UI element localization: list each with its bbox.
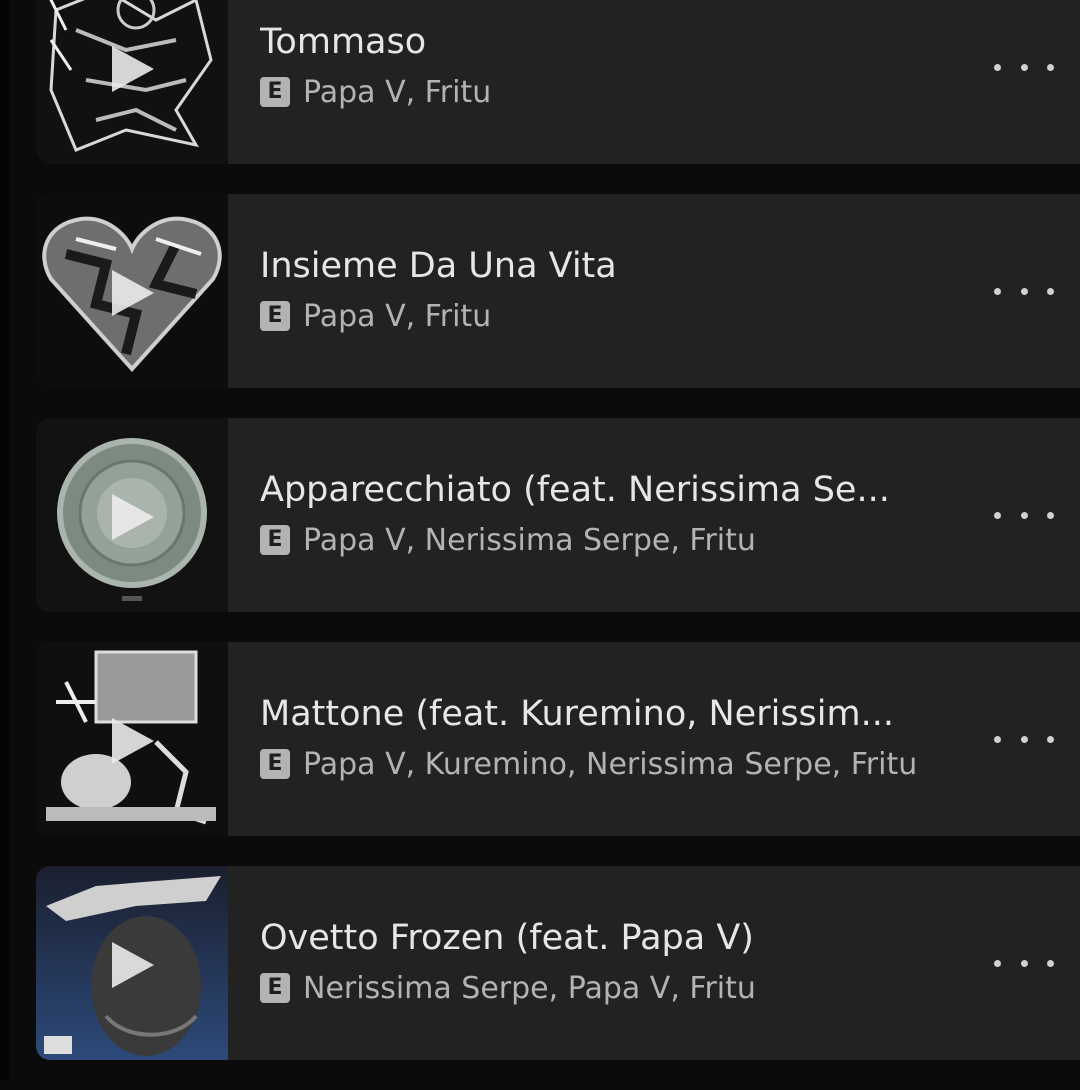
track-title[interactable]: Insieme Da Una Vita	[260, 244, 952, 288]
track-title[interactable]: Mattone (feat. Kuremino, Nerissim...	[260, 692, 952, 736]
track-row-tommaso[interactable]: Tommaso E Papa V, Fritu	[36, 0, 1080, 164]
more-options-icon[interactable]	[994, 52, 1054, 82]
left-edge	[0, 0, 10, 1080]
more-options-icon[interactable]	[994, 276, 1054, 306]
track-info: Insieme Da Una Vita E Papa V, Fritu	[260, 244, 960, 334]
play-icon[interactable]	[112, 718, 154, 764]
track-artists[interactable]: Papa V, Fritu	[303, 75, 491, 110]
track-meta: E Papa V, Fritu	[260, 74, 960, 110]
album-art-plate-icon[interactable]	[36, 418, 228, 612]
more-options-icon[interactable]	[994, 948, 1054, 978]
track-info: Mattone (feat. Kuremino, Nerissim... E P…	[260, 692, 960, 782]
track-list: Tommaso E Papa V, Fritu Insieme Da Una V…	[36, 0, 1080, 1090]
explicit-badge: E	[260, 77, 290, 107]
explicit-badge: E	[260, 525, 290, 555]
track-artists[interactable]: Nerissima Serpe, Papa V, Fritu	[303, 971, 756, 1006]
track-meta: E Papa V, Kuremino, Nerissima Serpe, Fri…	[260, 746, 960, 782]
track-row-apparecchiato[interactable]: Apparecchiato (feat. Nerissima Se... E P…	[36, 418, 1080, 612]
album-art-chrome-heart-icon[interactable]	[36, 194, 228, 388]
track-meta: E Papa V, Fritu	[260, 298, 960, 334]
explicit-badge: E	[260, 749, 290, 779]
track-meta: E Nerissima Serpe, Papa V, Fritu	[260, 970, 960, 1006]
track-title[interactable]: Apparecchiato (feat. Nerissima Se...	[260, 468, 952, 512]
play-icon[interactable]	[112, 942, 154, 988]
album-art-sketch-icon[interactable]	[36, 0, 228, 164]
track-meta: E Papa V, Nerissima Serpe, Fritu	[260, 522, 960, 558]
more-options-icon[interactable]	[994, 500, 1054, 530]
track-title[interactable]: Ovetto Frozen (feat. Papa V)	[260, 916, 952, 960]
track-info: Ovetto Frozen (feat. Papa V) E Nerissima…	[260, 916, 960, 1006]
play-icon[interactable]	[112, 270, 154, 316]
play-icon[interactable]	[112, 46, 154, 92]
track-row-ovetto-frozen[interactable]: Ovetto Frozen (feat. Papa V) E Nerissima…	[36, 866, 1080, 1060]
track-row-mattone[interactable]: Mattone (feat. Kuremino, Nerissim... E P…	[36, 642, 1080, 836]
explicit-badge: E	[260, 301, 290, 331]
more-options-icon[interactable]	[994, 724, 1054, 754]
track-row-insieme-da-una-vita[interactable]: Insieme Da Una Vita E Papa V, Fritu	[36, 194, 1080, 388]
track-artists[interactable]: Papa V, Kuremino, Nerissima Serpe, Fritu	[303, 747, 917, 782]
play-icon[interactable]	[112, 494, 154, 540]
album-art-portrait-icon[interactable]	[36, 866, 228, 1060]
track-title[interactable]: Tommaso	[260, 20, 952, 64]
track-info: Tommaso E Papa V, Fritu	[260, 20, 960, 110]
track-artists[interactable]: Papa V, Fritu	[303, 299, 491, 334]
album-art-collage-icon[interactable]	[36, 642, 228, 836]
track-artists[interactable]: Papa V, Nerissima Serpe, Fritu	[303, 523, 756, 558]
explicit-badge: E	[260, 973, 290, 1003]
track-info: Apparecchiato (feat. Nerissima Se... E P…	[260, 468, 960, 558]
